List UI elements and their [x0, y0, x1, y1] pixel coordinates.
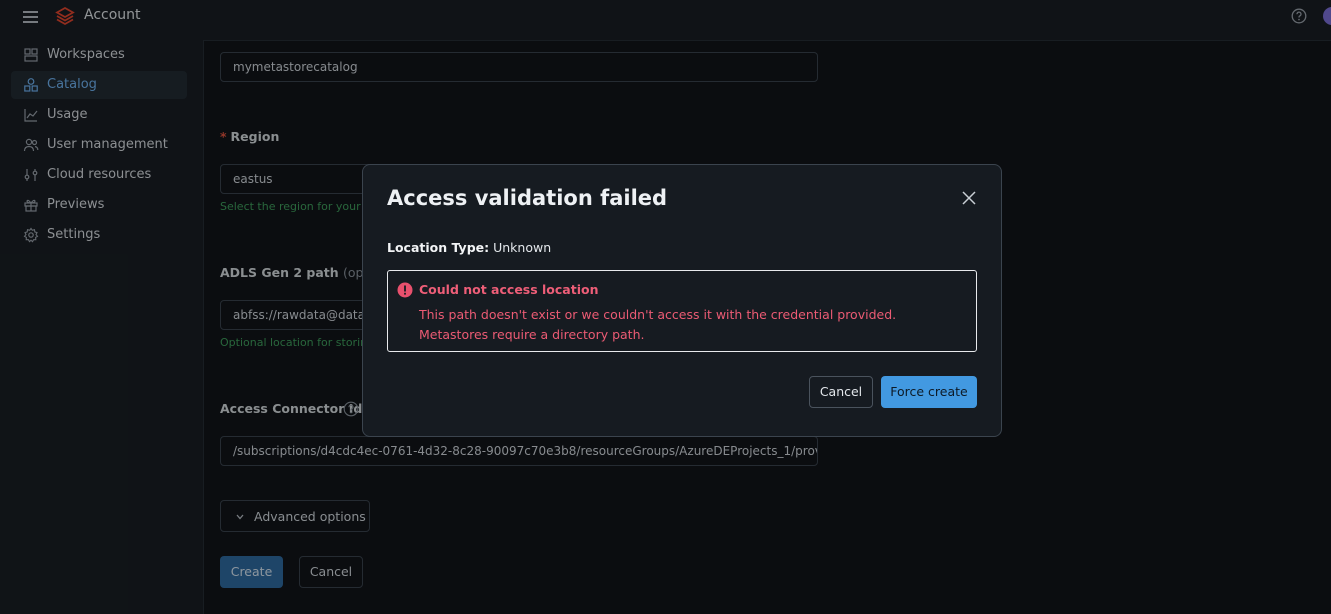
close-icon[interactable]	[960, 189, 978, 207]
error-icon	[397, 282, 413, 298]
force-create-button[interactable]: Force create	[881, 376, 977, 408]
access-validation-dialog: Access validation failed Location Type: …	[362, 164, 1002, 437]
location-type-value: Unknown	[493, 240, 552, 255]
error-alert: Could not access location This path does…	[387, 270, 977, 352]
location-type: Location Type: Unknown	[387, 240, 551, 255]
error-title: Could not access location	[419, 282, 599, 297]
dialog-cancel-button[interactable]: Cancel	[809, 376, 873, 408]
dialog-title: Access validation failed	[387, 186, 668, 210]
error-message: This path doesn't exist or we couldn't a…	[419, 307, 897, 342]
location-type-label: Location Type:	[387, 240, 490, 255]
